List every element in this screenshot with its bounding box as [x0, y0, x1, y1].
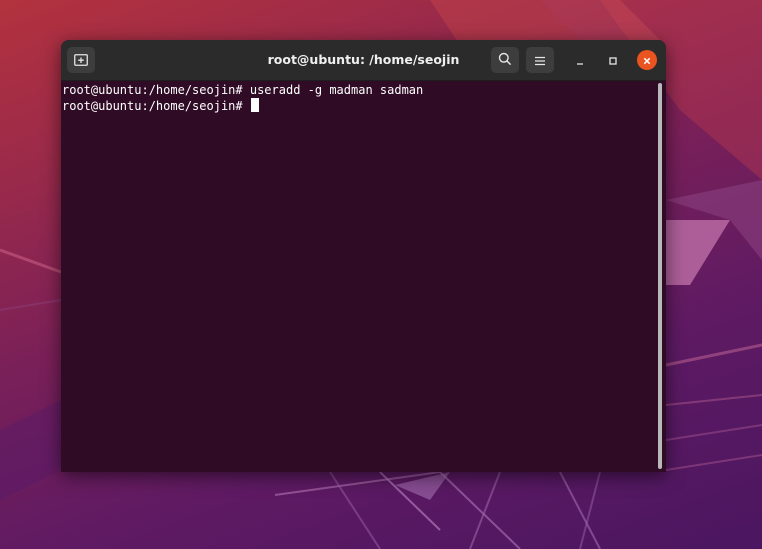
- minimize-icon: [575, 51, 585, 70]
- menu-button[interactable]: [526, 47, 554, 73]
- scrollbar-thumb[interactable]: [658, 83, 662, 469]
- terminal-output-area[interactable]: root@ubuntu:/home/seojin# useradd -g mad…: [61, 81, 666, 472]
- new-tab-button[interactable]: [67, 47, 95, 73]
- shell-prompt: root@ubuntu:/home/seojin#: [62, 99, 243, 113]
- window-title: root@ubuntu: /home/seojin: [267, 52, 460, 67]
- command-text: [243, 99, 250, 113]
- terminal-line: root@ubuntu:/home/seojin#: [62, 98, 259, 113]
- minimize-button[interactable]: [570, 50, 590, 70]
- new-tab-icon: [74, 51, 88, 70]
- close-button[interactable]: [637, 50, 657, 70]
- scrollbar[interactable]: [658, 83, 663, 469]
- hamburger-menu-icon: [534, 51, 546, 70]
- text-cursor: [250, 98, 259, 112]
- search-button[interactable]: [491, 47, 519, 73]
- terminal-line: root@ubuntu:/home/seojin# useradd -g mad…: [62, 83, 423, 98]
- close-icon: [642, 51, 652, 70]
- shell-prompt: root@ubuntu:/home/seojin#: [62, 83, 243, 97]
- command-text: useradd -g madman sadman: [242, 83, 424, 97]
- maximize-button[interactable]: [603, 50, 623, 70]
- search-icon: [498, 51, 512, 70]
- titlebar[interactable]: root@ubuntu: /home/seojin: [61, 40, 666, 81]
- terminal-window[interactable]: root@ubuntu: /home/seojin root@ubuntu:/h…: [61, 40, 666, 472]
- maximize-icon: [608, 51, 618, 70]
